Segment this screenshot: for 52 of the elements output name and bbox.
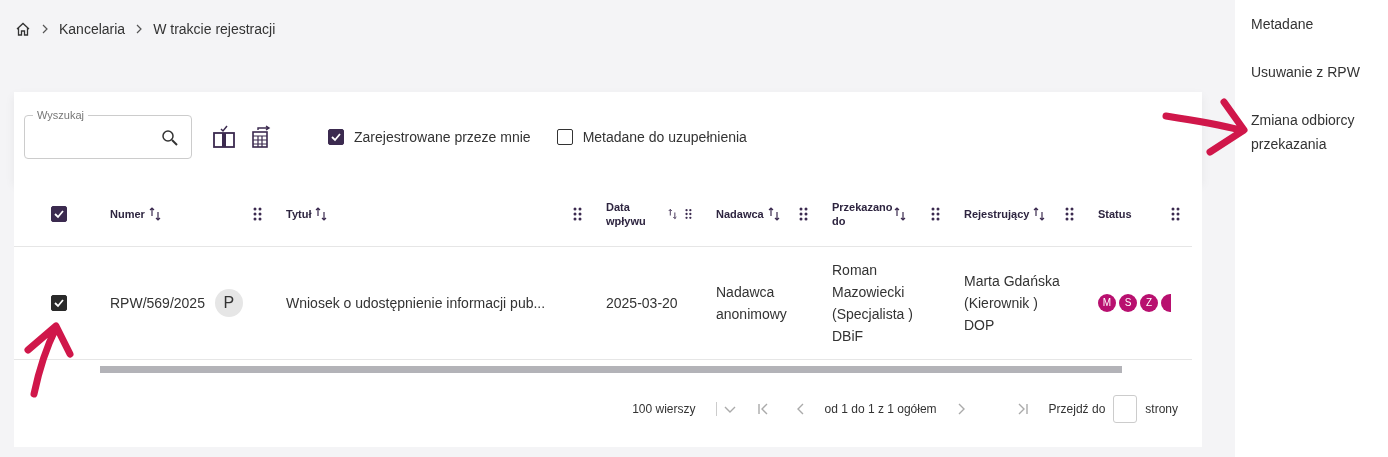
sort-icon[interactable] — [148, 207, 161, 221]
column-header[interactable]: Numer — [110, 207, 145, 221]
home-icon[interactable] — [15, 21, 31, 37]
status-badge: S — [1119, 294, 1137, 312]
sort-icon[interactable] — [315, 207, 328, 221]
table-cell: Marta Gdańska (Kierownik ) DOP — [964, 273, 1060, 333]
column-header[interactable]: Rejestrujący — [964, 207, 1030, 221]
status-badge: M — [1098, 294, 1116, 312]
chevron-icon — [41, 24, 49, 34]
checkbox[interactable] — [328, 129, 344, 145]
drag-handle-icon[interactable] — [1171, 207, 1180, 221]
horizontal-scrollbar[interactable] — [100, 366, 1122, 373]
goto-suffix: strony — [1145, 402, 1178, 416]
rows-per-page: 100 wierszy — [632, 402, 696, 416]
column-header[interactable]: Tytuł — [286, 207, 312, 221]
drag-handle-icon[interactable] — [573, 207, 582, 221]
sort-icon[interactable] — [1033, 207, 1046, 221]
page-number-field[interactable] — [1113, 395, 1138, 423]
menu-item[interactable]: Metadane — [1251, 12, 1380, 36]
menu-item[interactable]: Usuwanie z RPW — [1251, 60, 1380, 84]
column-header[interactable]: Data wpływu — [606, 200, 664, 228]
row-checkbox[interactable] — [51, 295, 67, 311]
select-all-checkbox[interactable] — [51, 206, 67, 222]
table-cell: 2025-03-20 — [606, 295, 678, 311]
type-badge: P — [214, 289, 243, 317]
table-cell: Roman Mazowiecki (Specjalista ) DBiF — [832, 262, 913, 344]
columns-icon[interactable] — [212, 125, 236, 149]
drag-handle-icon[interactable] — [253, 207, 262, 221]
drag-handle-icon[interactable] — [1065, 207, 1074, 221]
drag-handle-icon[interactable] — [799, 207, 808, 221]
breadcrumb-item[interactable]: Kancelaria — [59, 21, 126, 37]
breadcrumb-item: W trakcie rejestracji — [153, 21, 276, 37]
table-cell: Wniosek o udostępnienie informacji pub... — [286, 295, 546, 311]
page-range: od 1 do 1 z 1 ogółem — [824, 402, 937, 416]
menu-item[interactable]: Zmiana odbiorcy przekazania — [1251, 108, 1380, 156]
sort-icon[interactable] — [894, 207, 906, 221]
drag-handle-icon[interactable] — [685, 207, 692, 221]
checkbox-label: Zarejestrowane przeze mnie — [354, 129, 531, 145]
search-field[interactable]: Wyszukaj — [24, 109, 192, 159]
search-icon[interactable] — [161, 129, 179, 147]
table-cell-text: RPW/569/2025 — [110, 294, 205, 313]
checkbox[interactable] — [556, 129, 573, 145]
column-header[interactable]: Nadawca — [716, 207, 764, 221]
checkbox-label: Metadane do uzupełnienia — [582, 129, 747, 145]
column-header[interactable]: Przekazano do — [832, 200, 890, 228]
chevron-icon — [135, 24, 144, 34]
table-cell: Nadawca anonimowy — [716, 284, 787, 322]
sort-icon[interactable] — [767, 207, 780, 221]
drag-handle-icon[interactable] — [931, 207, 940, 221]
column-header[interactable]: Status — [1098, 207, 1132, 221]
status-badge: Z — [1140, 294, 1158, 312]
goto-label: Przejdź do — [1048, 402, 1106, 416]
